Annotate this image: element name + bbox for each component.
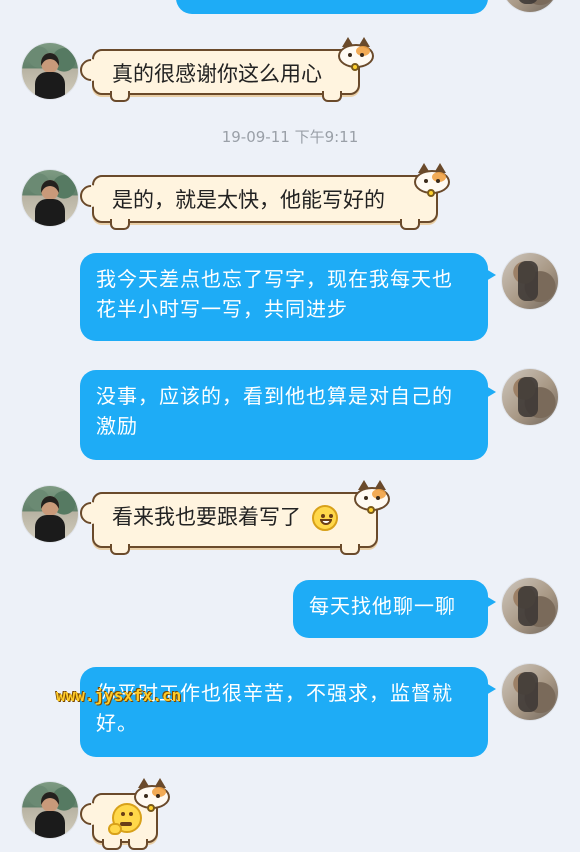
grinning-face-icon	[311, 505, 338, 531]
avatar-self[interactable]	[502, 253, 558, 309]
message-bubble-outgoing[interactable]: 我今天差点也忘了写字，现在我每天也花半小时写一写，共同进步	[80, 253, 496, 341]
avatar-figure	[518, 672, 538, 712]
avatar-figure	[518, 586, 538, 626]
avatar-contact[interactable]	[22, 782, 78, 838]
message-bubble-outgoing[interactable]: 没事，应该的，看到他也算是对自己的激励	[80, 370, 496, 460]
avatar-contact[interactable]	[22, 43, 78, 99]
watermark-text: www.jysxfx.cn	[56, 686, 182, 705]
cat-bubble-decoration-icon	[134, 778, 170, 812]
message-timestamp: 19-09-11 下午9:11	[221, 128, 359, 146]
avatar-self[interactable]	[502, 0, 558, 12]
bubble-foot	[128, 839, 148, 850]
message-bubble-incoming[interactable]: 真的很感谢你这么用心	[92, 49, 360, 102]
avatar-figure	[518, 377, 538, 417]
bubble-foot	[400, 219, 420, 230]
bubble-foot	[110, 91, 130, 102]
avatar-body	[35, 811, 65, 838]
avatar-body	[35, 515, 65, 542]
bubble-foot	[110, 544, 130, 555]
message-text: 每天找他聊一聊	[309, 594, 456, 618]
avatar-body	[35, 199, 65, 226]
cat-bubble-decoration-icon	[338, 37, 374, 71]
avatar-face	[41, 496, 59, 516]
avatar-face	[41, 180, 59, 200]
avatar-self[interactable]	[502, 664, 558, 720]
bubble-foot	[110, 219, 130, 230]
bubble-foot	[102, 839, 122, 850]
message-bubble-outgoing[interactable]: 每天找他聊一聊	[293, 580, 496, 638]
avatar-contact[interactable]	[22, 170, 78, 226]
message-bubble-incoming[interactable]: 看来我也要跟着写了	[92, 492, 378, 555]
message-text: 我今天差点也忘了写字，现在我每天也花半小时写一写，共同进步	[96, 267, 453, 321]
avatar-self[interactable]	[502, 578, 558, 634]
cat-bubble-decoration-icon	[414, 163, 450, 197]
message-text: 真的很感谢你这么用心	[112, 62, 322, 86]
message-text: 没事，应该的，看到他也算是对自己的激励	[96, 384, 453, 438]
bubble-foot	[340, 544, 360, 555]
avatar-contact[interactable]	[22, 486, 78, 542]
avatar-figure	[518, 261, 538, 301]
avatar-self[interactable]	[502, 369, 558, 425]
message-text: 看来我也要跟着写了	[112, 505, 301, 529]
cat-bubble-decoration-icon	[354, 480, 390, 514]
avatar-body	[35, 72, 65, 99]
avatar-face	[41, 792, 59, 812]
message-bubble-outgoing-partial[interactable]	[176, 0, 488, 14]
message-text: 是的，就是太快，他能写好的	[112, 188, 385, 212]
avatar-face	[41, 53, 59, 73]
message-bubble-incoming[interactable]: 是的，就是太快，他能写好的	[92, 175, 438, 230]
bubble-foot	[322, 91, 342, 102]
message-bubble-outgoing[interactable]: 你平时工作也很辛苦，不强求，监督就好。	[80, 667, 496, 757]
